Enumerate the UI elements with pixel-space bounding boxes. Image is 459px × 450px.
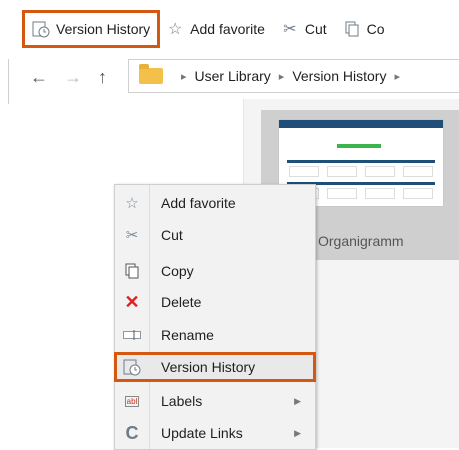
star-icon: ☆ (125, 195, 139, 212)
delete-icon: ✕ (124, 291, 140, 312)
toolbar-add-favorite-button[interactable]: ☆ Add favorite (158, 12, 273, 46)
menu-item-rename[interactable]: Rename (115, 321, 315, 349)
up-arrow-icon[interactable]: ↑ (98, 67, 107, 88)
divider (8, 59, 9, 104)
menu-item-label: Cut (161, 227, 183, 243)
menu-item-label: Copy (161, 263, 194, 279)
toolbar-cut-button[interactable]: ✂ Cut (273, 12, 335, 46)
file-name: Organigramm (318, 233, 404, 249)
submenu-arrow-icon: ▶ (294, 427, 301, 438)
version-history-icon (115, 358, 149, 376)
breadcrumb-version-history[interactable]: Version History (292, 68, 386, 84)
chevron-right-icon: ▸ (278, 70, 285, 83)
copy-icon (115, 263, 149, 279)
toolbar: Version History ☆ Add favorite ✂ Cut Co (21, 10, 459, 48)
menu-item-update-links[interactable]: C Update Links ▶ (115, 419, 315, 447)
toolbar-cut-label: Cut (304, 21, 327, 37)
star-icon: ☆ (167, 21, 183, 38)
scissors-icon: ✂ (283, 21, 297, 38)
toolbar-copy-label: Co (366, 21, 385, 37)
back-arrow-icon[interactable]: ← (30, 67, 48, 88)
address-bar[interactable]: ▸ User Library ▸ Version History ▸ (128, 59, 459, 93)
submenu-arrow-icon: ▶ (294, 395, 301, 406)
version-history-icon (32, 20, 50, 38)
copy-icon (343, 20, 361, 38)
menu-item-cut[interactable]: ✂ Cut (115, 221, 315, 249)
menu-item-label: Delete (161, 294, 202, 310)
menu-item-delete[interactable]: ✕ Delete (115, 288, 315, 316)
chevron-right-icon: ▸ (394, 70, 400, 83)
toolbar-version-history-button[interactable]: Version History (21, 10, 161, 48)
menu-item-label: Version History (161, 359, 256, 375)
menu-item-copy[interactable]: Copy (115, 257, 315, 285)
scissors-icon: ✂ (125, 227, 139, 244)
breadcrumb-user-library[interactable]: User Library (195, 68, 271, 84)
refresh-icon: C (125, 422, 139, 443)
toolbar-copy-button[interactable]: Co (335, 12, 393, 46)
menu-item-add-favorite[interactable]: ☆ Add favorite (115, 189, 315, 217)
forward-arrow-icon[interactable]: → (64, 67, 82, 88)
menu-item-version-history[interactable]: Version History (114, 352, 316, 382)
menu-item-label: Rename (161, 327, 214, 343)
rename-icon (115, 329, 149, 341)
menu-item-label: Update Links (161, 425, 243, 441)
toolbar-add-favorite-label: Add favorite (190, 21, 265, 37)
labels-icon: abl (124, 395, 140, 407)
chevron-right-icon: ▸ (181, 70, 187, 83)
toolbar-version-history-label: Version History (56, 21, 151, 37)
menu-item-label: Labels (161, 393, 203, 409)
menu-item-label: Add favorite (161, 195, 236, 211)
folder-icon (139, 64, 163, 84)
context-menu: ☆ Add favorite ✂ Cut Copy ✕ Delete Renam… (114, 184, 316, 450)
menu-item-labels[interactable]: abl Labels ▶ (115, 387, 315, 415)
